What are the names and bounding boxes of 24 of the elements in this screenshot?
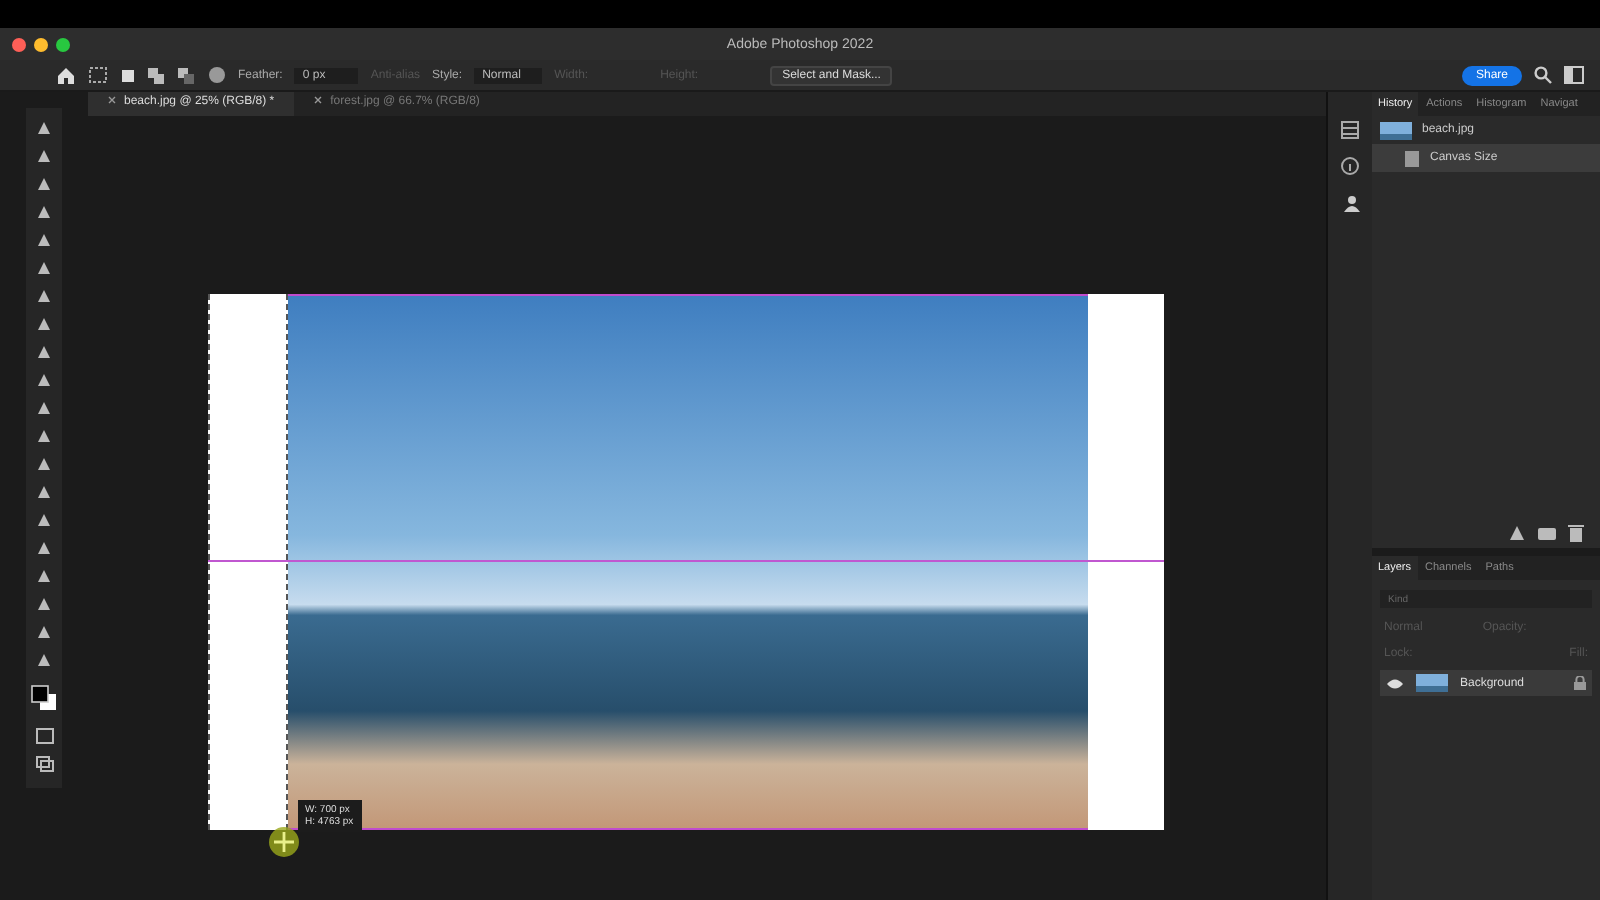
marquee-icon[interactable] [88,66,108,84]
minimize-window-icon[interactable] [34,37,48,51]
visibility-eye-icon[interactable] [1386,677,1404,689]
close-window-icon[interactable] [12,37,26,51]
info-icon[interactable] [1340,156,1360,176]
add-selection-icon[interactable] [148,67,166,83]
search-icon[interactable] [1534,66,1552,84]
close-tab-icon[interactable] [314,96,323,104]
snapshot-thumbnail-icon [1380,121,1412,139]
zoom-window-icon[interactable] [56,37,70,51]
home-icon[interactable] [56,65,76,85]
quick-mask-icon[interactable] [35,728,53,744]
people-icon[interactable] [1340,192,1360,212]
resize-cursor-icon [267,826,299,858]
subtract-selection-icon[interactable] [178,67,196,83]
workspace-icon[interactable] [1564,66,1584,84]
layer-thumbnail-icon [1416,674,1448,692]
document-icon [1404,149,1420,167]
color-swatches-icon[interactable] [30,684,58,712]
selection-mode-icon[interactable] [120,67,136,83]
screen-mode-icon[interactable] [35,756,53,772]
trash-icon[interactable] [1568,524,1584,542]
libraries-icon[interactable] [1340,120,1360,140]
close-tab-icon[interactable] [108,96,116,104]
